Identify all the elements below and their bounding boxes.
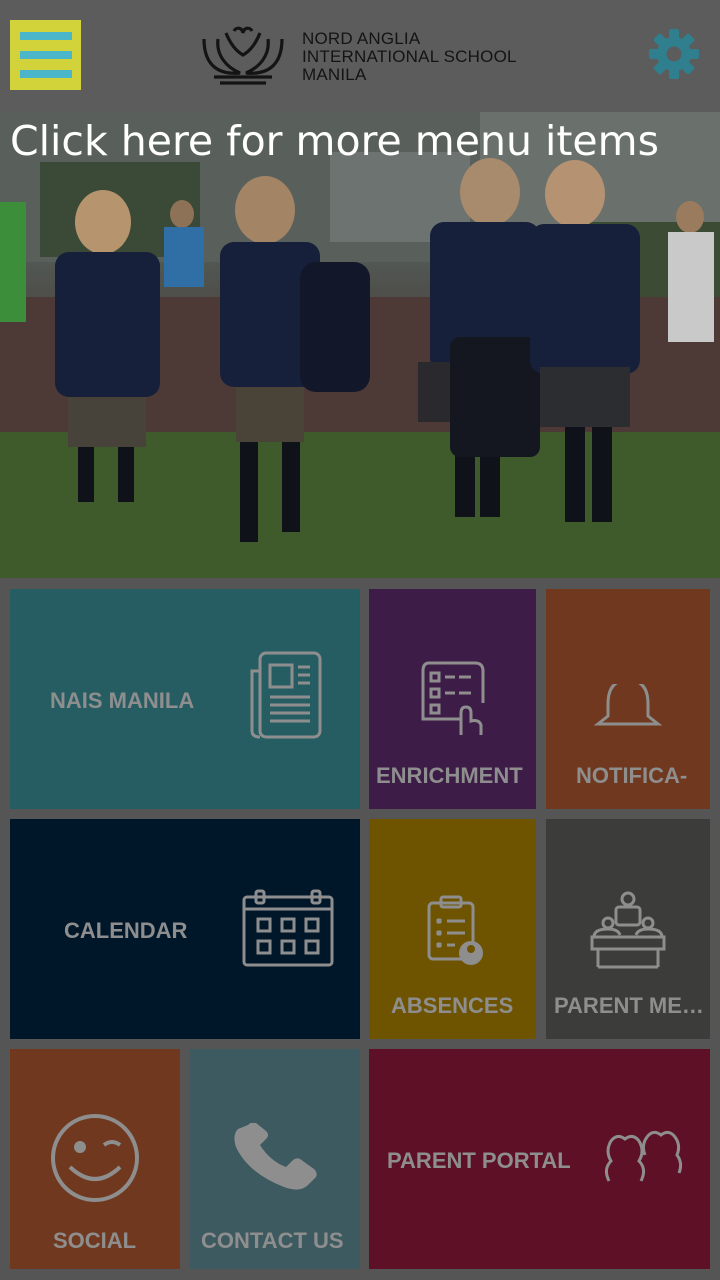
tile-label: SOCIAL xyxy=(53,1228,137,1253)
more-menu-caption[interactable]: Click here for more menu items xyxy=(10,116,659,166)
tile-label: PARENT ME… xyxy=(554,993,704,1018)
phone-icon xyxy=(234,1123,317,1190)
app-header: NORD ANGLIA INTERNATIONAL SCHOOL MANILA xyxy=(0,0,720,112)
menu-button[interactable] xyxy=(10,20,81,90)
tile-nais-manila[interactable]: NAIS MANILA xyxy=(10,589,360,809)
meeting-icon xyxy=(590,891,666,969)
school-name: NORD ANGLIA INTERNATIONAL SCHOOL MANILA xyxy=(302,29,517,84)
tile-label: ABSENCES xyxy=(391,993,514,1018)
gear-icon[interactable] xyxy=(648,28,700,80)
tile-label: CALENDAR xyxy=(64,918,188,943)
checklist-icon xyxy=(421,661,485,735)
tile-parent-portal[interactable]: PARENT PORTAL xyxy=(369,1049,710,1269)
tile-contact-us[interactable]: CONTACT US xyxy=(190,1049,360,1269)
tile-label: ENRICHMENT xyxy=(376,763,523,788)
calendar-icon xyxy=(242,889,334,967)
tile-notifications[interactable]: NOTIFICA- xyxy=(546,589,710,809)
school-logo: NORD ANGLIA INTERNATIONAL SCHOOL MANILA xyxy=(196,24,517,90)
tile-enrichment[interactable]: ENRICHMENT xyxy=(369,589,536,809)
bell-icon xyxy=(594,684,662,726)
tile-label: NOTIFICA- xyxy=(576,763,688,788)
hero-banner[interactable]: Click here for more menu items xyxy=(0,112,720,578)
swan-crest-icon xyxy=(202,26,284,85)
hamburger-icon xyxy=(19,32,72,40)
tile-social[interactable]: SOCIAL xyxy=(10,1049,180,1269)
newspaper-icon xyxy=(250,651,322,739)
tile-calendar[interactable]: CALENDAR xyxy=(10,819,360,1039)
tile-absences[interactable]: ABSENCES xyxy=(369,819,536,1039)
wink-face-icon xyxy=(51,1114,139,1202)
tile-label: PARENT PORTAL xyxy=(387,1148,571,1173)
tile-label: CONTACT US xyxy=(201,1228,344,1253)
students-photo xyxy=(0,112,720,578)
tile-parent-meetings[interactable]: PARENT ME… xyxy=(546,819,710,1039)
clipboard-icon xyxy=(427,895,483,965)
users-icon xyxy=(604,1130,683,1182)
tile-label: NAIS MANILA xyxy=(50,688,195,713)
